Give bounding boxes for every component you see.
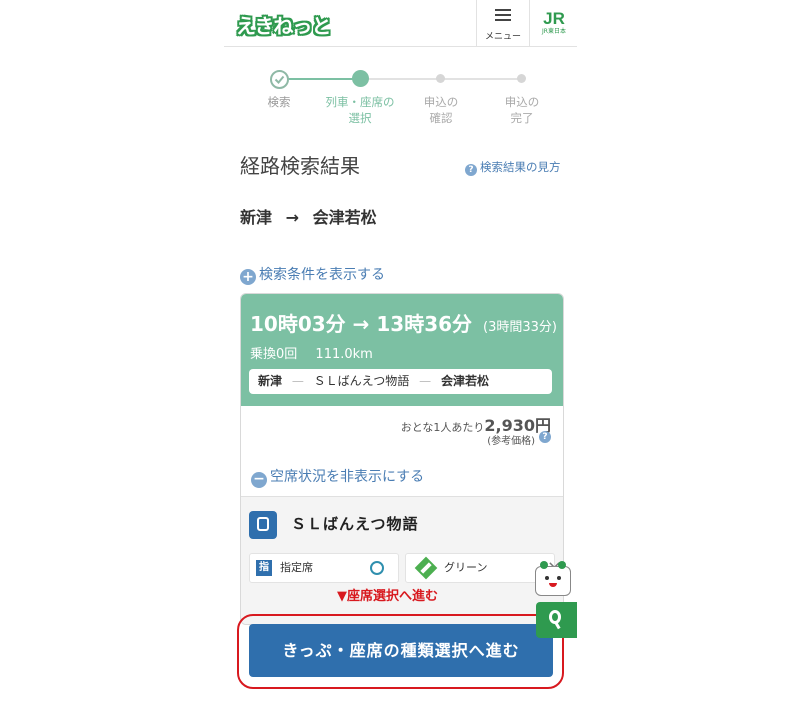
step-done-icon	[270, 70, 289, 89]
step-label-line: 列車・座席の	[325, 95, 395, 109]
transfers: 乗換0回	[250, 347, 298, 362]
mascot-eye	[545, 576, 549, 580]
step-label-line: 完了	[510, 111, 534, 125]
step-label-line: 申込の	[504, 95, 540, 109]
seat-label: 指定席	[280, 561, 313, 574]
time-range: 10時03分 → 13時36分 (3時間33分)	[250, 308, 557, 337]
help-link-label: 検索結果の見方	[480, 160, 561, 174]
train-section: ＳＬばんえつ物語 指 指定席 グリーン × ▼座席選択へ進む	[241, 496, 563, 624]
header: えきねっと メニュー JR JR東日本	[224, 0, 577, 47]
price-help-icon[interactable]: ?	[539, 431, 551, 443]
depart-time: 10時03分	[250, 312, 346, 336]
seat-option-reserved[interactable]: 指 指定席	[249, 553, 399, 583]
train-icon	[249, 511, 277, 539]
step-current-dot	[352, 70, 369, 87]
price-note: (参考価格)	[487, 436, 535, 447]
mascot-icon[interactable]	[535, 561, 571, 596]
seat-option-green[interactable]: グリーン ×	[405, 553, 562, 583]
segment-from: 新津	[258, 374, 283, 388]
duration: (3時間33分)	[483, 320, 557, 335]
page-title: 経路検索結果	[240, 154, 360, 178]
segment-to: 会津若松	[440, 374, 489, 388]
route-arrow: →	[285, 208, 299, 227]
question-icon: ?	[465, 164, 477, 176]
result-card: 10時03分 → 13時36分 (3時間33分) 乗換0回 111.0km 新津…	[240, 293, 564, 625]
ekinet-logo[interactable]: えきねっと	[236, 10, 331, 39]
step-label-line: 申込の	[423, 95, 459, 109]
step-label-line: 確認	[429, 111, 453, 125]
minus-icon: −	[251, 472, 267, 488]
seat-label: グリーン	[444, 561, 488, 574]
step-todo-dot	[436, 74, 445, 83]
step-label-confirm: 申込の 確認	[396, 94, 486, 126]
search-icon-handle	[554, 621, 561, 630]
hamburger-icon	[495, 9, 511, 21]
advance-hint: ▼座席選択へ進む	[337, 589, 438, 604]
route-to: 会津若松	[312, 208, 377, 227]
show-conditions-toggle[interactable]: + 検索条件を表示する	[240, 264, 385, 285]
hide-availability-toggle[interactable]: − 空席状況を非表示にする	[251, 466, 424, 488]
jr-mark: JR	[543, 9, 565, 28]
menu-label: メニュー	[484, 32, 521, 42]
segment-divider: —	[291, 374, 304, 388]
plus-icon: +	[240, 269, 256, 285]
step-label-search: 検索	[267, 95, 291, 109]
segment-divider: —	[419, 374, 432, 388]
show-conditions-label: 検索条件を表示する	[259, 267, 385, 283]
available-circle-icon	[370, 561, 384, 575]
step-label-line: 選択	[348, 111, 372, 125]
step-label-complete: 申込の 完了	[477, 94, 567, 126]
segment-bar: 新津 — ＳＬばんえつ物語 — 会津若松	[249, 369, 552, 394]
highlight-ring	[237, 614, 564, 689]
help-link[interactable]: ? 検索結果の見方	[465, 159, 561, 176]
hide-availability-label: 空席状況を非表示にする	[270, 469, 425, 485]
jr-sub: JR東日本	[542, 28, 566, 35]
mascot-eye	[557, 576, 561, 580]
progress-stepper: 検索 列車・座席の 選択 申込の 確認 申込の 完了	[224, 62, 577, 132]
menu-button[interactable]: メニュー	[476, 0, 530, 46]
segment-train: ＳＬばんえつ物語	[313, 374, 410, 388]
price-prefix: おとな1人あたり	[400, 421, 485, 434]
mascot-ear	[558, 561, 566, 569]
distance: 111.0km	[315, 347, 373, 362]
jr-east-logo[interactable]: JR JR東日本	[538, 10, 570, 36]
mascot-mouth	[549, 583, 557, 587]
result-card-header: 10時03分 → 13時36分 (3時間33分) 乗換0回 111.0km 新津…	[241, 294, 563, 406]
green-car-icon	[414, 556, 438, 580]
step-label-select: 列車・座席の 選択	[315, 94, 405, 126]
step-connector-done	[279, 78, 359, 80]
mascot-ear	[540, 561, 548, 569]
arrive-time: 13時36分	[376, 312, 473, 336]
page: えきねっと メニュー JR JR東日本 検索 列車・座席の 選択 申込の 確認 …	[224, 0, 577, 703]
trip-info: 乗換0回 111.0km	[250, 343, 387, 362]
train-name: ＳＬばんえつ物語	[291, 515, 419, 533]
reserved-seat-icon: 指	[256, 560, 272, 576]
route-from: 新津	[240, 208, 273, 227]
step-todo-dot	[517, 74, 526, 83]
floating-search-button[interactable]	[536, 602, 577, 638]
time-arrow: →	[352, 312, 370, 336]
route-summary: 新津 → 会津若松	[240, 204, 377, 228]
